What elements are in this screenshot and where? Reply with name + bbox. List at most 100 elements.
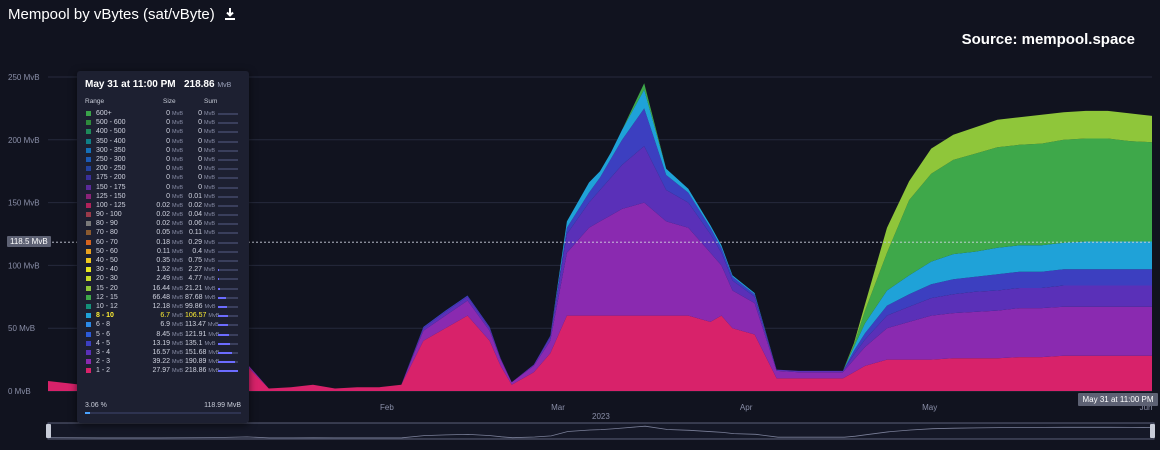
y-cursor-label: 118.5 MvB bbox=[7, 236, 51, 247]
tooltip-row-range: 70 - 80 bbox=[96, 229, 118, 237]
tooltip-row: 12 - 15 66.48 MvB 87.68 MvB bbox=[85, 293, 245, 302]
tooltip-row-range: 3 - 4 bbox=[96, 348, 111, 356]
tooltip-footer-total: 118.99 MvB bbox=[204, 402, 241, 409]
tooltip-row-swatch bbox=[86, 230, 91, 236]
tooltip-row: 10 - 12 12.18 MvB 99.86 MvB bbox=[85, 302, 245, 311]
tooltip-row-range: 30 - 40 bbox=[96, 266, 118, 274]
tooltip-row: 150 - 175 0 MvB 0 MvB bbox=[85, 183, 245, 192]
tooltip-row-bar bbox=[218, 296, 238, 299]
tooltip-row-bar bbox=[218, 149, 238, 152]
tooltip-row: 100 - 125 0.02 MvB 0.02 MvB bbox=[85, 201, 245, 210]
tooltip-row-range: 50 - 60 bbox=[96, 247, 118, 255]
tooltip-row: 300 - 350 0 MvB 0 MvB bbox=[85, 146, 245, 155]
tooltip-row-bar bbox=[218, 260, 238, 262]
y-tick-label: 50 MvB bbox=[8, 324, 35, 333]
tooltip-row-swatch bbox=[86, 340, 91, 346]
tooltip-column-headers: Range Size Sum bbox=[85, 98, 241, 107]
tooltip-row-bar bbox=[218, 158, 238, 161]
tooltip-row-range: 500 - 600 bbox=[96, 119, 126, 127]
tooltip-row-swatch bbox=[86, 258, 91, 263]
tooltip-row-range: 5 - 6 bbox=[96, 330, 111, 338]
x-cursor-label: May 31 at 11:00 PM bbox=[1078, 393, 1158, 406]
tooltip-row-range: 300 - 350 bbox=[96, 146, 126, 154]
tooltip-row-swatch bbox=[86, 111, 91, 116]
tooltip-row-range: 250 - 300 bbox=[96, 155, 126, 163]
tooltip-row-swatch bbox=[86, 349, 91, 355]
x-tick-label: Apr bbox=[740, 403, 753, 412]
tooltip-row: 250 - 300 0 MvB 0 MvB bbox=[85, 155, 245, 164]
tooltip-row-swatch bbox=[86, 303, 91, 309]
x-tick-label: May bbox=[922, 403, 937, 412]
tooltip-row-range: 80 - 90 bbox=[96, 220, 118, 228]
tooltip-row-range: 8 - 10 bbox=[96, 312, 114, 320]
tooltip-row-bar bbox=[218, 333, 238, 336]
x-axis-year-label: 2023 bbox=[592, 412, 610, 421]
navigator-window bbox=[47, 422, 1155, 440]
navigator-handle-right bbox=[1150, 424, 1155, 438]
tooltip-row-range: 600+ bbox=[96, 110, 112, 117]
tooltip-row: 90 - 100 0.02 MvB 0.04 MvB bbox=[85, 210, 245, 219]
tooltip-row-range: 2 - 3 bbox=[96, 358, 111, 366]
col-size-header: Size bbox=[163, 98, 176, 105]
tooltip-row-bar bbox=[218, 131, 238, 134]
tooltip-row-range: 12 - 15 bbox=[96, 293, 118, 301]
tooltip-row: 350 - 400 0 MvB 0 MvB bbox=[85, 137, 245, 146]
tooltip-row-swatch bbox=[86, 322, 91, 328]
tooltip-row-bar bbox=[218, 168, 238, 171]
tooltip-row-bar bbox=[218, 122, 238, 125]
y-tick-label: 250 MvB bbox=[8, 73, 40, 82]
x-tick-label: Feb bbox=[380, 403, 394, 412]
tooltip-row: 5 - 6 8.45 MvB 121.91 MvB bbox=[85, 330, 245, 339]
tooltip-row-bar bbox=[218, 195, 238, 198]
tooltip-row-range: 10 - 12 bbox=[96, 302, 118, 310]
tooltip-date: May 31 at 11:00 PM bbox=[85, 79, 176, 90]
tooltip-row: 500 - 600 0 MvB 0 MvB bbox=[85, 118, 245, 127]
tooltip-row: 8 - 10 6.7 MvB 106.57 MvB bbox=[85, 311, 245, 320]
y-tick-label: 150 MvB bbox=[8, 199, 40, 208]
tooltip-row-range: 150 - 175 bbox=[96, 183, 126, 191]
tooltip-row-bar bbox=[218, 351, 238, 354]
x-tick-label: Mar bbox=[551, 403, 565, 412]
tooltip-row-bar bbox=[218, 241, 238, 244]
tooltip-row-range: 40 - 50 bbox=[96, 257, 118, 264]
tooltip-footer-percent: 3.06 % bbox=[85, 402, 107, 409]
tooltip-row: 1 - 2 27.97 MvB 218.86 MvB bbox=[85, 366, 245, 375]
tooltip-row-swatch bbox=[86, 248, 91, 254]
tooltip-row: 175 - 200 0 MvB 0 MvB bbox=[85, 173, 245, 182]
tooltip-row-swatch bbox=[86, 276, 91, 282]
tooltip-row: 60 - 70 0.18 MvB 0.29 MvB bbox=[85, 238, 245, 247]
tooltip-progress-fill bbox=[85, 412, 90, 414]
tooltip-row-bar bbox=[218, 324, 238, 327]
tooltip-row-swatch bbox=[86, 202, 91, 208]
tooltip-row-swatch bbox=[86, 166, 91, 172]
tooltip-row: 30 - 40 1.52 MvB 2.27 MvB bbox=[85, 265, 245, 274]
tooltip-row-swatch bbox=[86, 175, 91, 181]
tooltip-row: 15 - 20 16.44 MvB 21.21 MvB bbox=[85, 284, 245, 293]
tooltip-row: 125 - 150 0 MvB 0.01 MvB bbox=[85, 192, 245, 201]
tooltip-row-bar bbox=[218, 140, 238, 143]
tooltip-row: 50 - 60 0.11 MvB 0.4 MvB bbox=[85, 247, 245, 256]
tooltip-row-swatch bbox=[86, 285, 91, 291]
tooltip-row-swatch bbox=[86, 129, 91, 135]
col-sum-header: Sum bbox=[204, 98, 218, 105]
tooltip-row: 200 - 250 0 MvB 0 MvB bbox=[85, 164, 245, 173]
tooltip-row-range: 15 - 20 bbox=[96, 284, 118, 292]
tooltip-total-unit: MvB bbox=[217, 82, 232, 89]
tooltip-row-swatch bbox=[86, 184, 91, 190]
tooltip-row-sum: 218.86 MvB bbox=[185, 367, 220, 375]
tooltip-header: May 31 at 11:00 PM 218.86 MvB bbox=[85, 79, 231, 90]
tooltip-row-swatch bbox=[86, 156, 91, 162]
tooltip-row-bar bbox=[218, 214, 238, 217]
tooltip-row-range: 90 - 100 bbox=[96, 211, 122, 219]
tooltip-row: 400 - 500 0 MvB 0 MvB bbox=[85, 127, 245, 136]
tooltip-row-swatch bbox=[86, 294, 91, 300]
navigator-handle-left bbox=[46, 424, 51, 438]
tooltip-row-swatch bbox=[86, 147, 91, 153]
tooltip-row-bar bbox=[218, 232, 238, 235]
tooltip-row-bar bbox=[218, 250, 238, 253]
tooltip-row-bar bbox=[218, 177, 238, 180]
tooltip-row-range: 200 - 250 bbox=[96, 165, 126, 173]
tooltip-row-swatch bbox=[86, 359, 91, 365]
tooltip-row-bar bbox=[218, 204, 238, 207]
tooltip-row: 600+ 0 MvB 0 MvB bbox=[85, 109, 245, 118]
